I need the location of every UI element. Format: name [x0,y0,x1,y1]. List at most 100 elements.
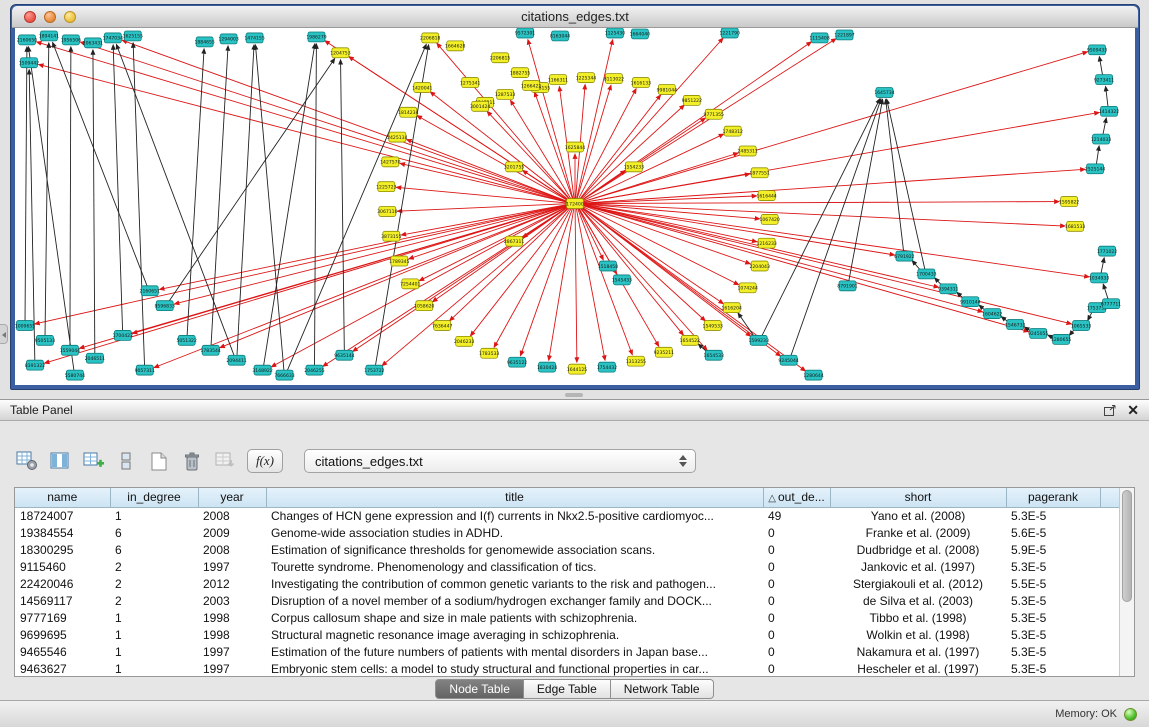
graph-node[interactable]: 9273411 [1094,75,1114,85]
graph-node[interactable]: 9635122 [507,357,527,367]
table-cell[interactable]: Changes of HCN gene expression and I(f) … [266,507,763,524]
graph-node[interactable]: 9572301 [515,28,535,38]
table-cell[interactable]: 1 [110,643,198,660]
graph-node[interactable]: 1747034 [103,33,123,43]
graph-node[interactable]: 1877551 [749,168,769,178]
table-cell[interactable]: 2 [110,558,198,575]
float-panel-icon[interactable] [1104,405,1117,416]
graph-node[interactable]: 9910144 [960,297,980,307]
graph-node[interactable]: 1427570 [380,157,400,167]
graph-node[interactable]: 9394311 [938,284,958,294]
graph-node[interactable]: 8596833 [155,301,175,311]
graph-node[interactable]: 7254401 [400,279,420,289]
show-columns-button[interactable] [47,448,73,474]
graph-node[interactable]: 2204043 [749,261,769,271]
table-row[interactable]: 2242004622012Investigating the contribut… [15,575,1121,592]
table-cell[interactable]: Wolkin et al. (1998) [830,626,1006,643]
table-cell[interactable]: 9777169 [15,609,110,626]
table-selector[interactable]: citations_edges.txt [304,449,696,473]
graph-node[interactable]: 1644125 [567,364,587,374]
table-cell[interactable]: 0 [763,626,830,643]
graph-node[interactable]: 2425134 [387,132,407,142]
graph-node[interactable]: 7636447 [432,321,452,331]
graph-node[interactable]: 8113022 [604,74,624,84]
column-header-in-degree[interactable]: in_degree [110,488,198,507]
graph-node[interactable]: 1771022 [1097,246,1117,256]
table-cell[interactable]: Nakamura et al. (1997) [830,643,1006,660]
graph-node[interactable]: 1204753 [330,48,350,58]
table-cell[interactable]: 1 [110,609,198,626]
graph-node[interactable]: 1595822 [1059,197,1079,207]
table-cell[interactable]: 9465546 [15,643,110,660]
graph-node[interactable]: 1654533 [704,350,724,360]
table-cell[interactable]: 2 [110,592,198,609]
graph-node[interactable]: 1225344 [576,73,596,83]
table-cell[interactable]: Stergiakouli et al. (2012) [830,575,1006,592]
table-scrollbar[interactable] [1119,488,1134,676]
table-cell[interactable]: 1 [110,660,198,677]
table-cell[interactable]: 5.3E-5 [1006,558,1100,575]
graph-node[interactable]: 1625844 [565,142,585,152]
graph-node[interactable]: 1275341 [460,78,480,88]
table-cell[interactable]: 2 [110,575,198,592]
graph-node[interactable]: 1549533 [703,321,723,331]
graph-node[interactable]: 1518458 [598,261,618,271]
table-cell[interactable]: 2008 [198,541,266,558]
graph-node[interactable]: 9981044 [657,85,677,95]
tab-node-table[interactable]: Node Table [435,679,524,699]
graph-node[interactable]: 3201755 [504,162,524,172]
table-row[interactable]: 969969511998Structural magnetic resonanc… [15,626,1121,643]
table-cell[interactable]: 5.3E-5 [1006,609,1100,626]
table-cell[interactable]: Corpus callosum shape and size in male p… [266,609,763,626]
table-cell[interactable]: 0 [763,643,830,660]
table-cell[interactable]: 14569117 [15,592,110,609]
delete-table-button[interactable] [179,448,205,474]
graph-node[interactable]: 1616204 [722,303,742,313]
table-cell[interactable]: 2008 [198,507,266,524]
table-cell[interactable]: Tourette syndrome. Phenomenology and cla… [266,558,763,575]
graph-node[interactable]: 9057311 [135,365,155,375]
graph-node[interactable]: 7666633 [274,370,294,380]
table-cell[interactable]: 19384554 [15,524,110,541]
column-header-name[interactable]: name [15,488,110,507]
close-panel-icon[interactable]: ✕ [1127,403,1139,417]
column-header-short[interactable]: short [830,488,1006,507]
graph-node[interactable]: 1216233 [756,238,776,248]
graph-node[interactable]: 1414322 [1099,106,1119,116]
graph-node[interactable]: 1783544 [200,345,220,355]
graph-node[interactable]: 1058620 [414,301,434,311]
table-cell[interactable]: 5.9E-5 [1006,541,1100,558]
graph-node[interactable]: 1884655 [194,37,214,47]
graph-node[interactable]: 172400 [566,199,584,209]
create-column-button[interactable] [80,448,106,474]
graph-node[interactable]: 1986279 [306,32,326,42]
graph-node[interactable]: 8163044 [550,31,570,41]
graph-node[interactable]: 9851222 [682,95,702,105]
graph-node[interactable]: 1221897 [834,30,854,40]
graph-node[interactable]: 1294003 [218,34,238,44]
graph-node[interactable]: 3067110 [377,207,397,217]
graph-node[interactable]: 1474155 [244,33,264,43]
graph-node[interactable]: 2206818 [420,33,440,43]
table-cell[interactable]: 0 [763,592,830,609]
scrollbar-thumb[interactable] [1122,490,1132,602]
graph-node[interactable]: 1882755 [510,68,530,78]
graph-node[interactable]: 1814234 [398,107,418,117]
function-builder-button[interactable]: f(x) [247,449,283,473]
graph-node[interactable]: 2206815 [490,53,510,63]
graph-node[interactable]: 3148922 [252,365,272,375]
table-cell[interactable]: 5.3E-5 [1006,507,1100,524]
table-row[interactable]: 1456911722003Disruption of a novel membe… [15,592,1121,609]
table-cell[interactable]: 5.3E-5 [1006,592,1100,609]
graph-node[interactable]: 9635144 [334,350,354,360]
graph-node[interactable]: 3001424 [470,101,490,111]
graph-node[interactable]: 8791901 [837,281,857,291]
graph-node[interactable]: 1664040 [630,29,650,39]
graph-node[interactable]: 9235211 [654,347,674,357]
table-cell[interactable]: 1997 [198,660,266,677]
graph-node[interactable]: 5051322 [176,335,196,345]
table-cell[interactable]: Estimation of significance thresholds fo… [266,541,763,558]
table-cell[interactable]: Investigating the contribution of common… [266,575,763,592]
table-cell[interactable]: 1 [110,507,198,524]
graph-node[interactable]: 2485311 [737,146,757,156]
